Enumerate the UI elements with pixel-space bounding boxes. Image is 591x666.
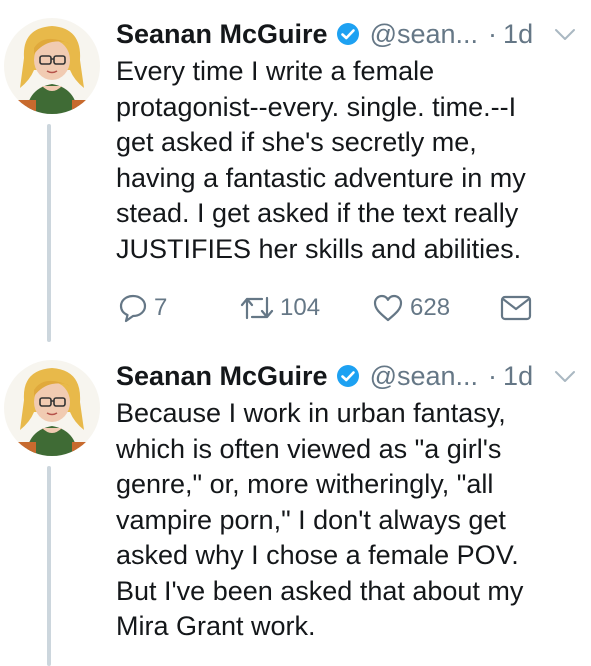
verified-badge-icon — [336, 22, 360, 46]
envelope-icon — [500, 294, 532, 322]
separator-dot: · — [488, 18, 498, 49]
author-name[interactable]: Seanan McGuire — [116, 19, 328, 50]
direct-message-button[interactable] — [500, 290, 532, 326]
thread-line — [47, 124, 51, 342]
separator-dot: · — [488, 360, 498, 391]
timestamp[interactable]: 1d — [503, 19, 533, 50]
avatar[interactable] — [4, 360, 100, 456]
author-handle[interactable]: @sean... — [370, 361, 478, 392]
chevron-down-icon[interactable] — [553, 24, 577, 44]
like-button[interactable]: 628 — [372, 290, 450, 326]
tweet[interactable]: Seanan McGuire @sean... · 1d Every time … — [0, 0, 591, 345]
retweet-icon — [240, 294, 274, 322]
timestamp[interactable]: 1d — [503, 361, 533, 392]
reply-icon — [118, 293, 148, 323]
tweet-actions: 7 104 628 — [116, 290, 566, 326]
tweet-header: Seanan McGuire @sean... · 1d — [116, 14, 591, 54]
avatar[interactable] — [4, 18, 100, 114]
tweet-header: Seanan McGuire @sean... · 1d — [116, 356, 591, 396]
verified-badge-icon — [336, 364, 360, 388]
like-count: 628 — [410, 294, 451, 321]
author-name[interactable]: Seanan McGuire — [116, 361, 328, 392]
retweet-button[interactable]: 104 — [240, 290, 320, 326]
chevron-down-icon[interactable] — [553, 366, 577, 386]
tweet-text: Because I work in urban fantasy, which i… — [116, 398, 524, 641]
author-handle[interactable]: @sean... — [370, 19, 478, 50]
reply-button[interactable]: 7 — [118, 290, 167, 326]
thread-line — [47, 466, 51, 666]
reply-count: 7 — [154, 294, 168, 321]
tweet[interactable]: Seanan McGuire @sean... · 1d Because I w… — [0, 342, 591, 666]
tweet-text: Every time I write a female protagonist-… — [116, 56, 526, 264]
retweet-count: 104 — [280, 294, 321, 321]
heart-icon — [372, 293, 404, 323]
